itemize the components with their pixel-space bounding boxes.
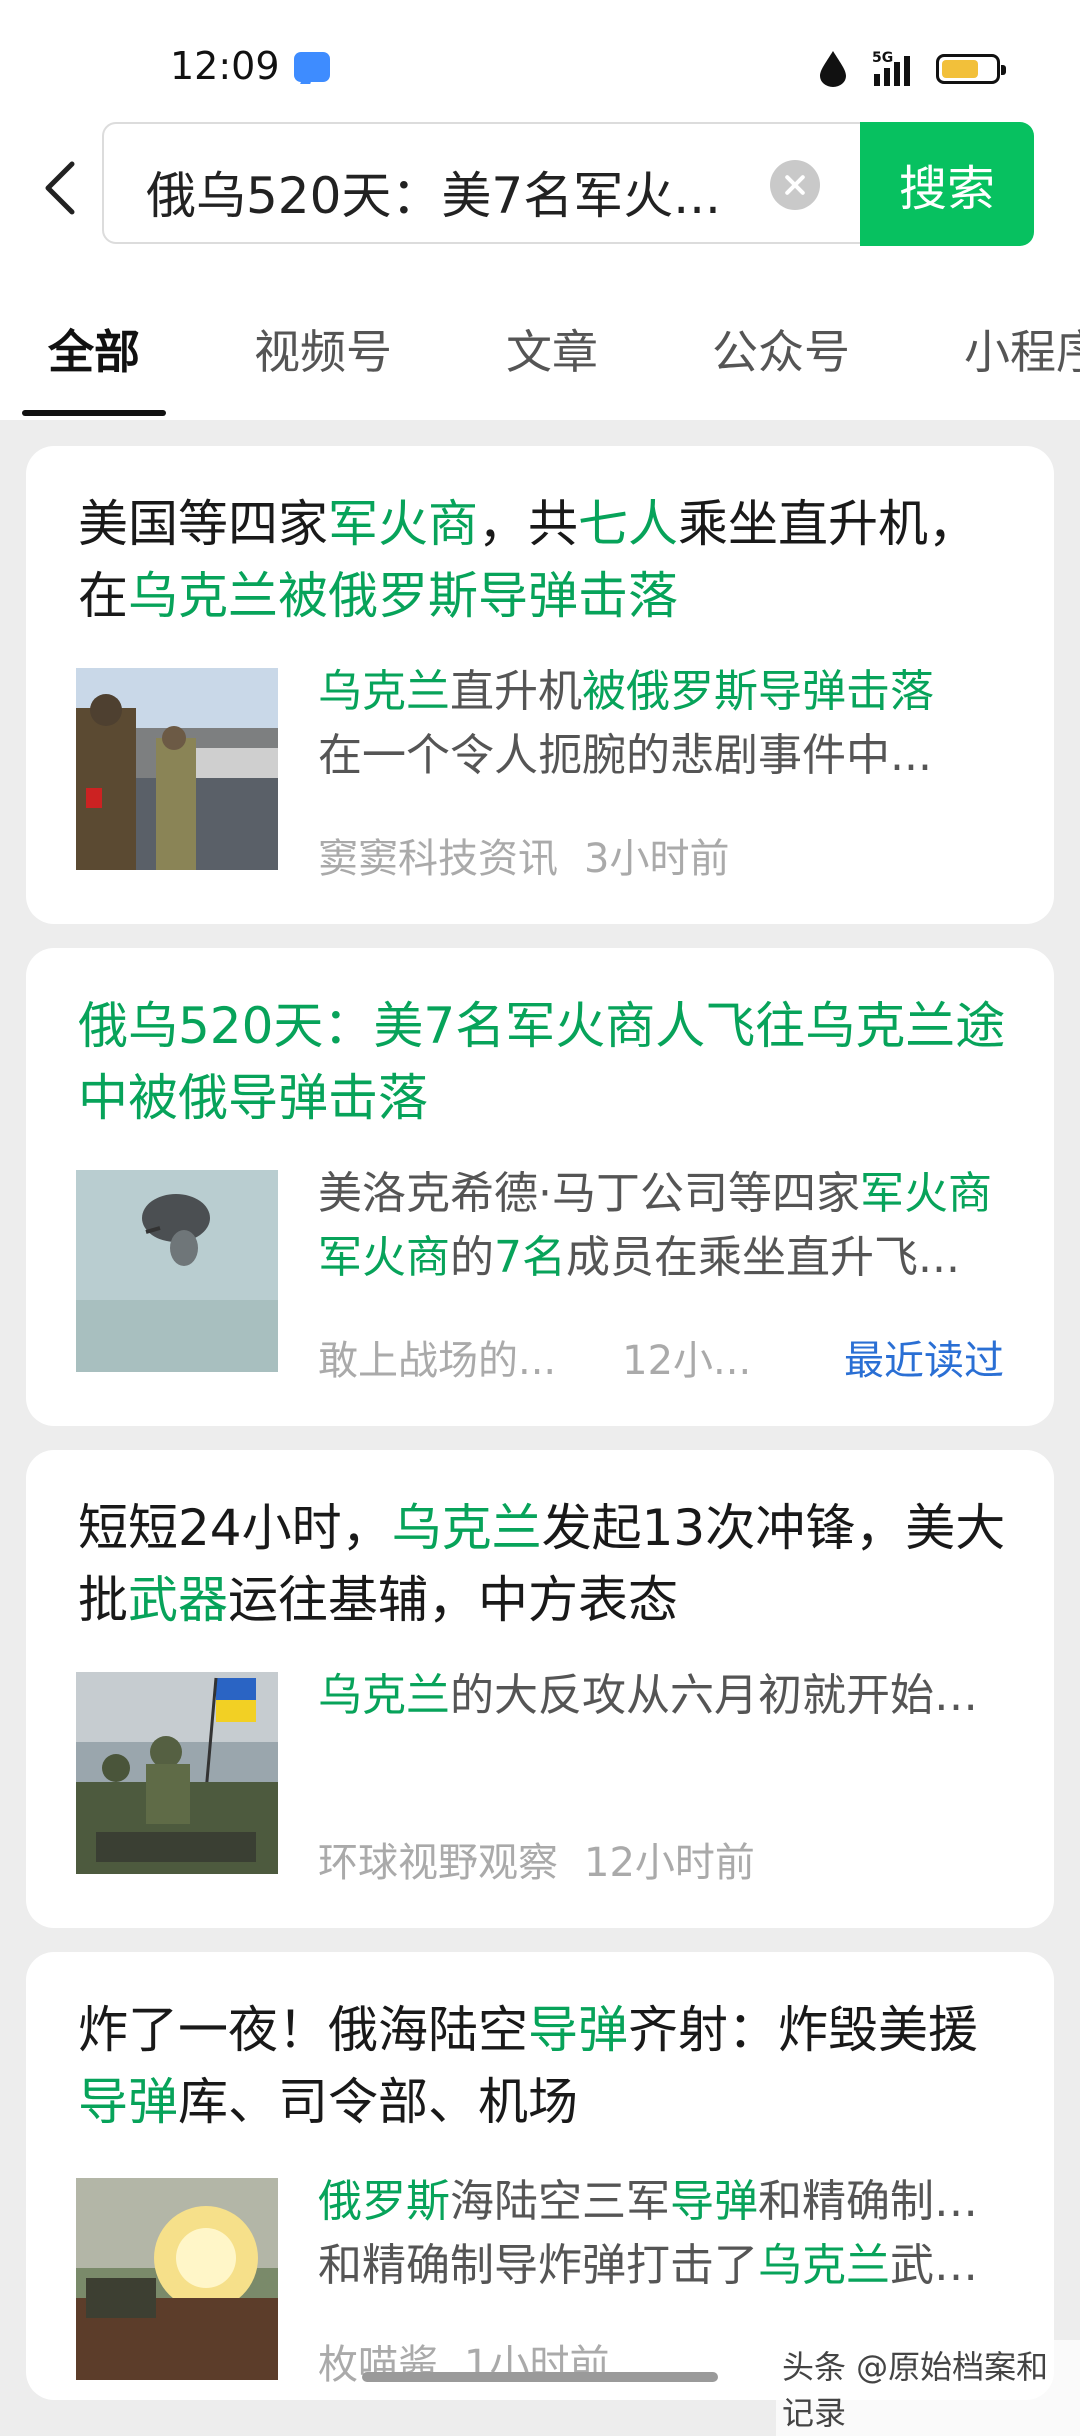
result-card[interactable]: 俄乌520天：美7名军火商人飞往乌克兰途中被俄导弹击落 美洛克希德·马丁公司等四… — [26, 948, 1054, 1426]
tab-articles[interactable]: 文章 — [506, 316, 598, 382]
clear-icon[interactable] — [770, 160, 820, 210]
search-box: 俄乌520天：美7名军火... 搜索 — [102, 122, 1034, 246]
result-source: 窦窦科技资讯 — [318, 836, 558, 882]
search-row: 俄乌520天：美7名军火... 搜索 — [0, 120, 1080, 250]
result-card[interactable]: 美国等四家军火商，共七人乘坐直升机，在乌克兰被俄罗斯导弹击落 乌克兰直升机被俄罗… — [26, 446, 1054, 924]
result-meta: 窦窦科技资讯 3小时前 — [318, 826, 755, 884]
battery-icon — [936, 54, 1006, 84]
search-input[interactable]: 俄乌520天：美7名军火... — [146, 156, 726, 228]
watermark: 头条 @原始档案和记录 — [776, 2340, 1080, 2436]
top-area: 12:09 5G 俄乌520天：美7名军火... 搜索 全部 视频号 文章 公众… — [0, 0, 1080, 420]
network-label: 5G — [872, 50, 893, 66]
status-bar: 12:09 5G — [0, 0, 1080, 130]
tab-bar: 全部 视频号 文章 公众号 小程序 — [0, 290, 1080, 420]
result-title[interactable]: 炸了一夜！俄海陆空导弹齐射：炸毁美援导弹库、司令部、机场 — [78, 1994, 1008, 2138]
result-thumbnail — [76, 1672, 278, 1874]
water-drop-icon — [820, 51, 846, 87]
message-notification-icon — [294, 52, 330, 82]
result-card[interactable]: 炸了一夜！俄海陆空导弹齐射：炸毁美援导弹库、司令部、机场 俄罗斯海陆空三军导弹和… — [26, 1952, 1054, 2400]
result-thumbnail — [76, 1170, 278, 1372]
result-card[interactable]: 短短24小时，乌克兰发起13次冲锋，美大批武器运往基辅，中方表态 乌克兰的大反攻… — [26, 1450, 1054, 1928]
result-snippet: 美洛克希德·马丁公司等四家军火商 军火商的7名成员在乘坐直升飞... — [318, 1168, 992, 1283]
result-meta: 敢上战场的... 12小... — [318, 1328, 777, 1386]
recently-read-badge: 最近读过 — [844, 1338, 1004, 1384]
result-time: 3小时前 — [584, 836, 730, 882]
result-time: 12小时前 — [584, 1840, 755, 1886]
result-meta: 环球视野观察 12小时前 — [318, 1830, 781, 1888]
result-title[interactable]: 俄乌520天：美7名军火商人飞往乌克兰途中被俄导弹击落 — [78, 990, 1008, 1134]
result-snippet: 乌克兰直升机被俄罗斯导弹击落 在一个令人扼腕的悲剧事件中... — [318, 666, 934, 781]
result-snippet: 乌克兰的大反攻从六月初就开始了，一直持续到现在可谓是效... — [318, 1670, 1018, 1721]
tab-channels[interactable]: 视频号 — [254, 316, 392, 382]
result-source: 环球视野观察 — [318, 1840, 558, 1886]
search-button[interactable]: 搜索 — [860, 122, 1034, 246]
result-thumbnail — [76, 2178, 278, 2380]
status-time: 12:09 — [170, 44, 280, 88]
result-time: 12小... — [622, 1338, 752, 1384]
result-title[interactable]: 美国等四家军火商，共七人乘坐直升机，在乌克兰被俄罗斯导弹击落 — [78, 488, 1008, 632]
result-thumbnail — [76, 668, 278, 870]
tab-mini-programs[interactable]: 小程序 — [964, 316, 1080, 382]
tab-all[interactable]: 全部 — [48, 316, 140, 382]
active-tab-indicator — [22, 410, 166, 416]
result-title[interactable]: 短短24小时，乌克兰发起13次冲锋，美大批武器运往基辅，中方表态 — [78, 1492, 1008, 1636]
tab-official-accounts[interactable]: 公众号 — [712, 316, 850, 382]
home-indicator[interactable] — [362, 2372, 718, 2382]
result-snippet: 俄罗斯海陆空三军导弹和精确制导炸弹打击了 和精确制导炸弹打击了乌克兰武装部队..… — [318, 2176, 1018, 2291]
result-source: 敢上战场的... — [318, 1338, 557, 1384]
back-arrow-icon[interactable] — [38, 158, 84, 218]
